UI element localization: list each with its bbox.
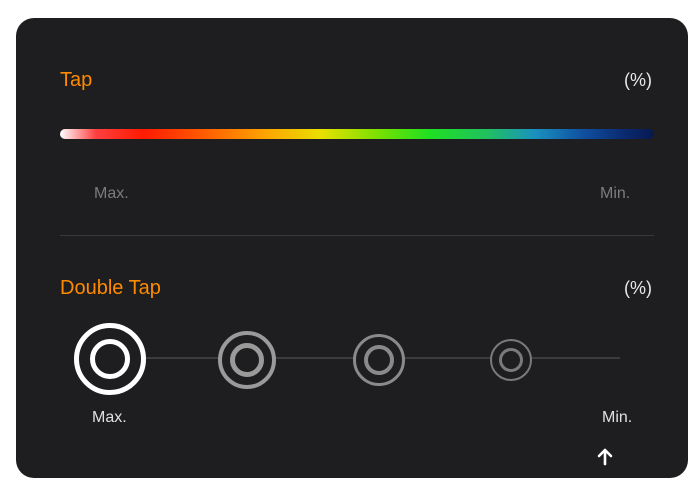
tap-max-label: Max. [94, 185, 129, 202]
tap-title: Tap [60, 69, 93, 91]
collapse-handle[interactable] [582, 440, 628, 478]
arrow-up-icon [597, 448, 613, 466]
double-tap-max-label: Max. [92, 409, 127, 426]
double-tap-level-medium[interactable] [353, 334, 405, 386]
screen: Tap (%) Max. Min. Double Tap (%) Max. Mi… [0, 0, 691, 494]
double-tap-title: Double Tap [60, 277, 161, 299]
ring-inner-circle [499, 348, 523, 372]
tap-sensitivity-gradient[interactable] [60, 129, 654, 139]
double-tap-min-label: Min. [602, 409, 633, 426]
ring-inner-circle [90, 339, 130, 379]
double-tap-level-largest[interactable] [74, 323, 146, 395]
sensitivity-panel: Tap (%) Max. Min. Double Tap (%) Max. Mi… [16, 18, 688, 478]
tap-min-label: Min. [600, 185, 631, 202]
ring-inner-circle [364, 345, 394, 375]
double-tap-level-small[interactable] [490, 339, 532, 381]
double-tap-unit: (%) [624, 278, 652, 298]
tap-unit: (%) [624, 70, 652, 90]
section-divider [60, 235, 654, 236]
ring-inner-circle [230, 343, 264, 377]
double-tap-level-large[interactable] [218, 331, 276, 389]
